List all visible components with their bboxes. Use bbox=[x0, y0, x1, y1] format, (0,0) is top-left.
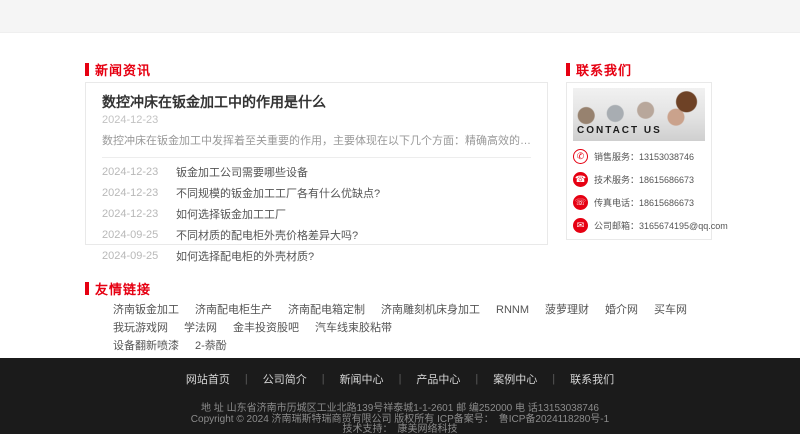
footer: 网站首页 公司简介 新闻中心 产品中心 案例中心 联系我们 地 址 山东省济南市… bbox=[0, 358, 800, 434]
friend-link[interactable]: 金丰投资股吧 bbox=[233, 319, 299, 337]
news-panel: 数控冲床在钣金加工中的作用是什么 2024-12-23 数控冲床在钣金加工中发挥… bbox=[85, 82, 548, 245]
news-list-item[interactable]: 2024-12-23 钣金加工公司需要哪些设备 bbox=[102, 161, 531, 182]
contact-row: ✉ 公司邮箱：3165674195@qq.com bbox=[573, 218, 705, 233]
friend-link[interactable]: 设备翻新喷漆 bbox=[113, 337, 179, 355]
news-item-date: 2024-12-23 bbox=[102, 208, 164, 220]
friend-link[interactable]: 菠萝理财 bbox=[545, 301, 589, 319]
footer-nav-contact[interactable]: 联系我们 bbox=[570, 371, 614, 387]
friendly-links-section: 友情链接 济南钣金加工 济南配电柜生产 济南配电箱定制 济南雕刻机床身加工 RN… bbox=[85, 282, 715, 355]
footer-nav: 网站首页 公司简介 新闻中心 产品中心 案例中心 联系我们 bbox=[0, 371, 800, 387]
contact-row: ☎ 技术服务：18615686673 bbox=[573, 172, 705, 187]
links-section-title: 友情链接 bbox=[95, 279, 151, 298]
tech-phone-label: 技术服务：18615686673 bbox=[594, 173, 694, 186]
email-label: 公司邮箱：3165674195@qq.com bbox=[594, 219, 728, 232]
footer-address: 地 址 山东省济南市历城区工业北路139号祥泰城1-1-2601 邮 编2520… bbox=[0, 404, 800, 415]
main-content: 新闻资讯 数控冲床在钣金加工中的作用是什么 2024-12-23 数控冲床在钣金… bbox=[0, 33, 800, 355]
news-item-date: 2024-09-25 bbox=[102, 229, 164, 241]
fax-phone-label: 传真电话：18615686673 bbox=[594, 196, 694, 209]
news-item-title: 钣金加工公司需要哪些设备 bbox=[176, 164, 308, 180]
news-item-title: 如何选择配电柜的外壳材质? bbox=[176, 248, 314, 264]
friend-link[interactable]: RNNM bbox=[496, 301, 529, 319]
friend-link[interactable]: 汽车线束胶粘带 bbox=[315, 319, 392, 337]
friend-link[interactable]: 买车网 bbox=[654, 301, 687, 319]
footer-nav-cases[interactable]: 案例中心 bbox=[493, 371, 537, 387]
phone-icon: ✆ bbox=[573, 149, 588, 164]
red-accent-bar bbox=[85, 282, 89, 295]
friend-link[interactable]: 我玩游戏网 bbox=[113, 319, 168, 337]
friend-link[interactable]: 学法网 bbox=[184, 319, 217, 337]
friend-link[interactable]: 婚介网 bbox=[605, 301, 638, 319]
news-item-title: 不同材质的配电柜外壳价格差异大吗? bbox=[176, 227, 358, 243]
sales-phone-label: 销售服务：13153038746 bbox=[594, 150, 694, 163]
news-item-date: 2024-09-25 bbox=[102, 250, 164, 262]
footer-nav-products[interactable]: 产品中心 bbox=[416, 371, 460, 387]
red-accent-bar bbox=[566, 63, 570, 76]
news-item-date: 2024-12-23 bbox=[102, 187, 164, 199]
footer-nav-news[interactable]: 新闻中心 bbox=[340, 371, 384, 387]
contact-section-header: 联系我们 bbox=[566, 63, 712, 76]
mail-icon: ✉ bbox=[573, 218, 588, 233]
top-strip bbox=[0, 0, 800, 33]
friend-link[interactable]: 济南配电箱定制 bbox=[288, 301, 365, 319]
contact-row: ☏ 传真电话：18615686673 bbox=[573, 195, 705, 210]
friend-link[interactable]: 济南钣金加工 bbox=[113, 301, 179, 319]
contact-panel: CONTACT US ✆ 销售服务：13153038746 ☎ 技术服务：186… bbox=[566, 82, 712, 240]
featured-news-title[interactable]: 数控冲床在钣金加工中的作用是什么 bbox=[102, 93, 531, 111]
friend-links-row: 济南钣金加工 济南配电柜生产 济南配电箱定制 济南雕刻机床身加工 RNNM 菠萝… bbox=[113, 301, 715, 337]
contact-us-caption: CONTACT US bbox=[577, 125, 662, 136]
friend-link[interactable]: 济南雕刻机床身加工 bbox=[381, 301, 480, 319]
friend-link[interactable]: 济南配电柜生产 bbox=[195, 301, 272, 319]
links-section-header: 友情链接 bbox=[85, 282, 715, 295]
footer-nav-home[interactable]: 网站首页 bbox=[186, 371, 230, 387]
news-item-title: 如何选择钣金加工工厂 bbox=[176, 206, 286, 222]
friend-links-row: 设备翻新喷漆 2-萘酚 bbox=[113, 337, 715, 355]
contact-row: ✆ 销售服务：13153038746 bbox=[573, 149, 705, 164]
news-item-date: 2024-12-23 bbox=[102, 166, 164, 178]
contact-column: 联系我们 CONTACT US ✆ 销售服务：13153038746 ☎ 技术服… bbox=[566, 82, 712, 245]
contact-section-title: 联系我们 bbox=[576, 60, 632, 79]
footer-nav-about[interactable]: 公司简介 bbox=[263, 371, 307, 387]
featured-news-date: 2024-12-23 bbox=[102, 114, 531, 126]
customer-service-photo: CONTACT US bbox=[573, 88, 705, 141]
news-divider bbox=[102, 157, 531, 158]
telephone-icon: ☎ bbox=[573, 172, 588, 187]
news-list-item[interactable]: 2024-09-25 不同材质的配电柜外壳价格差异大吗? bbox=[102, 224, 531, 245]
news-section-title: 新闻资讯 bbox=[95, 60, 151, 79]
news-list-item[interactable]: 2024-09-25 如何选择配电柜的外壳材质? bbox=[102, 245, 531, 266]
news-list-item[interactable]: 2024-12-23 不同规模的钣金加工工厂各有什么优缺点? bbox=[102, 182, 531, 203]
footer-support: 技术支持： 康美网络科技 bbox=[0, 425, 800, 434]
news-list-item[interactable]: 2024-12-23 如何选择钣金加工工厂 bbox=[102, 203, 531, 224]
red-accent-bar bbox=[85, 63, 89, 76]
featured-news-excerpt: 数控冲床在钣金加工中发挥着至关重要的作用，主要体现在以下几个方面：精确高效的形状… bbox=[102, 132, 531, 148]
friend-link[interactable]: 2-萘酚 bbox=[195, 337, 227, 355]
news-item-title: 不同规模的钣金加工工厂各有什么优缺点? bbox=[176, 185, 380, 201]
fax-icon: ☏ bbox=[573, 195, 588, 210]
